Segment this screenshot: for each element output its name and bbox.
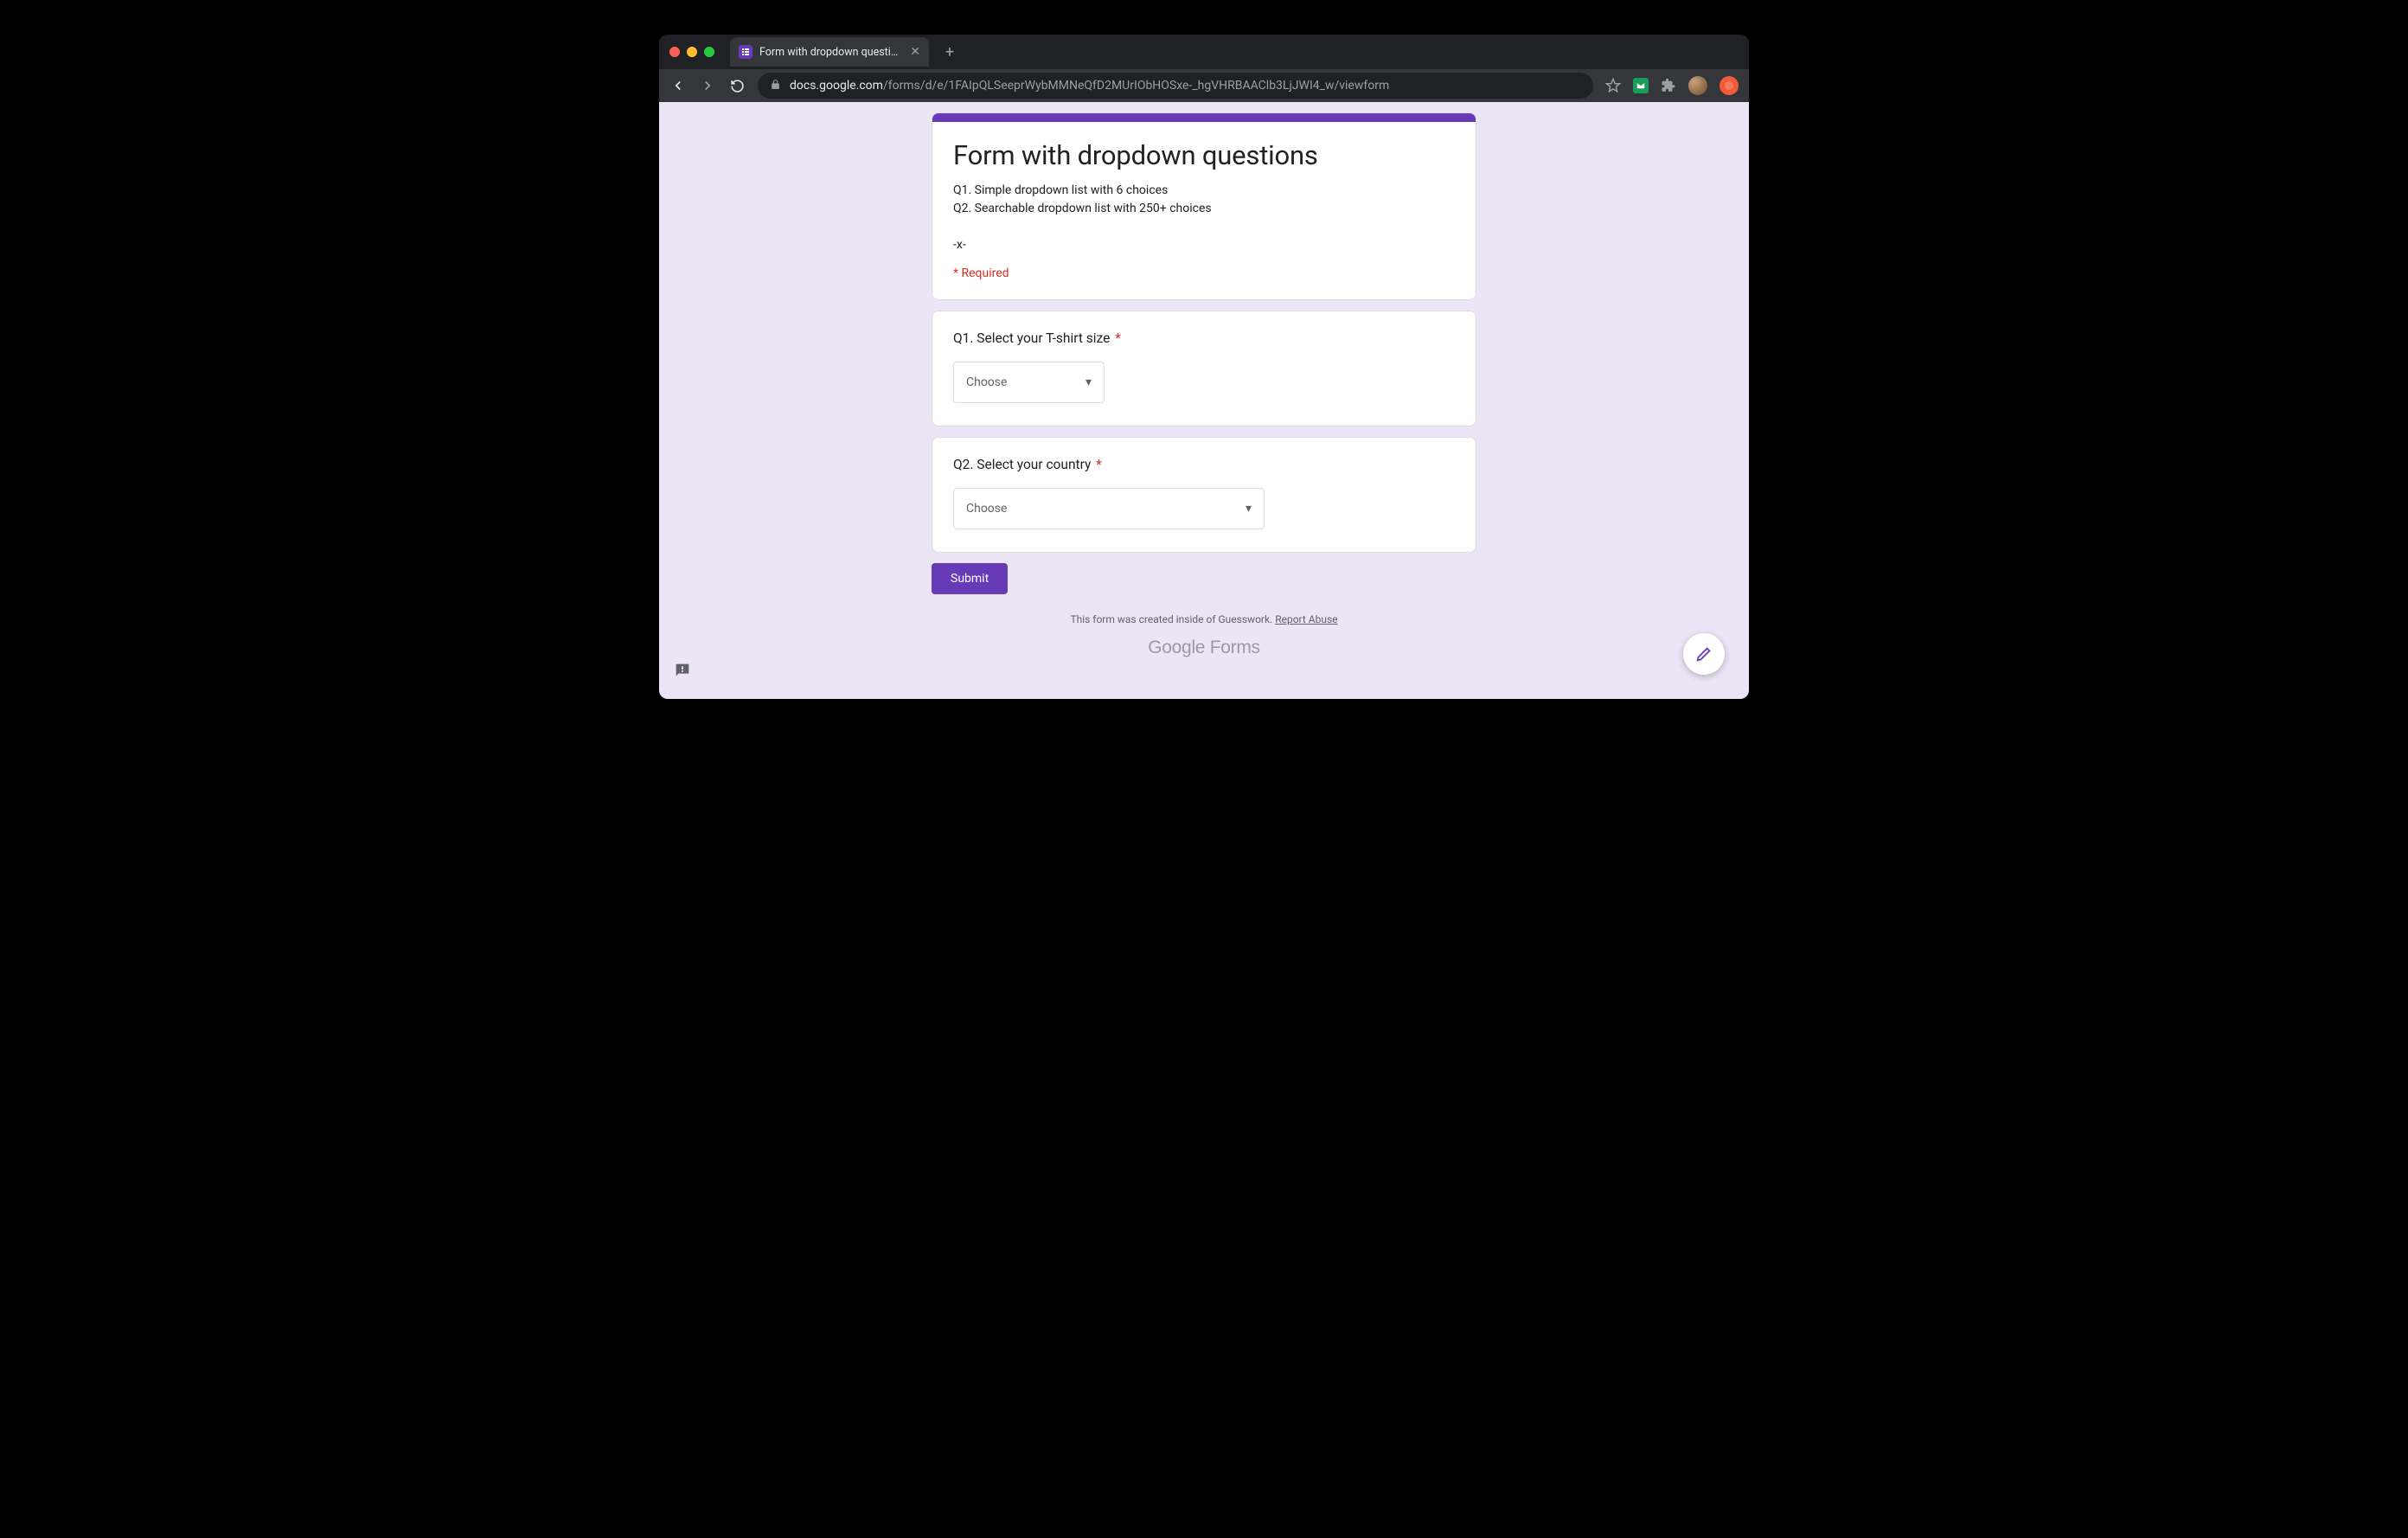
- back-button[interactable]: [669, 77, 687, 94]
- caret-down-icon: ▾: [1246, 502, 1252, 516]
- question-card-2: Q2. Select your country * Choose ▾: [932, 437, 1476, 553]
- new-tab-button[interactable]: +: [938, 40, 962, 64]
- tab-title: Form with dropdown questions: [759, 46, 903, 59]
- country-dropdown[interactable]: Choose ▾: [953, 488, 1265, 529]
- secondary-profile-icon[interactable]: [1720, 76, 1739, 95]
- url-text: docs.google.com/forms/d/e/1FAIpQLSeeprWy…: [790, 79, 1389, 93]
- required-indicator: * Required: [953, 266, 1455, 280]
- question-2-label: Q2. Select your country *: [953, 457, 1455, 472]
- tshirt-size-dropdown[interactable]: Choose ▾: [953, 362, 1105, 403]
- mail-extension-icon[interactable]: [1633, 78, 1649, 93]
- question-card-1: Q1. Select your T-shirt size * Choose ▾: [932, 311, 1476, 426]
- form-container: Form with dropdown questions Q1. Simple …: [932, 102, 1476, 658]
- dropdown-placeholder: Choose: [966, 375, 1007, 389]
- bookmark-star-icon[interactable]: [1605, 78, 1621, 93]
- profile-avatar[interactable]: [1688, 76, 1707, 95]
- header-accent: [932, 113, 1476, 122]
- forms-favicon-icon: [739, 45, 752, 59]
- tab-bar: Form with dropdown questions ✕ +: [659, 35, 1749, 69]
- dropdown-placeholder: Choose: [966, 502, 1007, 516]
- submit-row: Submit: [932, 563, 1476, 594]
- form-footer-note: This form was created inside of Guesswor…: [932, 613, 1476, 625]
- question-1-label: Q1. Select your T-shirt size *: [953, 330, 1455, 346]
- extensions-icon[interactable]: [1661, 78, 1676, 93]
- close-window-button[interactable]: [669, 47, 680, 57]
- close-tab-icon[interactable]: ✕: [910, 45, 920, 59]
- browser-tab[interactable]: Form with dropdown questions ✕: [730, 37, 929, 67]
- reload-button[interactable]: [728, 77, 746, 94]
- lock-icon: [770, 79, 781, 93]
- edit-form-fab[interactable]: [1683, 633, 1725, 675]
- caret-down-icon: ▾: [1086, 375, 1092, 389]
- page-viewport: Form with dropdown questions Q1. Simple …: [659, 102, 1749, 699]
- window-controls: [669, 47, 714, 57]
- form-description: Q1. Simple dropdown list with 6 choices …: [953, 182, 1455, 254]
- browser-window: Form with dropdown questions ✕ + docs.go…: [659, 35, 1749, 699]
- maximize-window-button[interactable]: [704, 47, 714, 57]
- form-header-card: Form with dropdown questions Q1. Simple …: [932, 112, 1476, 300]
- minimize-window-button[interactable]: [687, 47, 697, 57]
- submit-button[interactable]: Submit: [932, 563, 1008, 594]
- feedback-icon[interactable]: [673, 661, 692, 680]
- report-abuse-link[interactable]: Report Abuse: [1275, 613, 1337, 625]
- form-title: Form with dropdown questions: [953, 139, 1455, 171]
- toolbar-actions: [1605, 76, 1739, 95]
- forward-button[interactable]: [699, 77, 716, 94]
- address-bar[interactable]: docs.google.com/forms/d/e/1FAIpQLSeeprWy…: [758, 73, 1593, 99]
- google-forms-branding[interactable]: Google Forms: [932, 638, 1476, 658]
- browser-toolbar: docs.google.com/forms/d/e/1FAIpQLSeeprWy…: [659, 69, 1749, 102]
